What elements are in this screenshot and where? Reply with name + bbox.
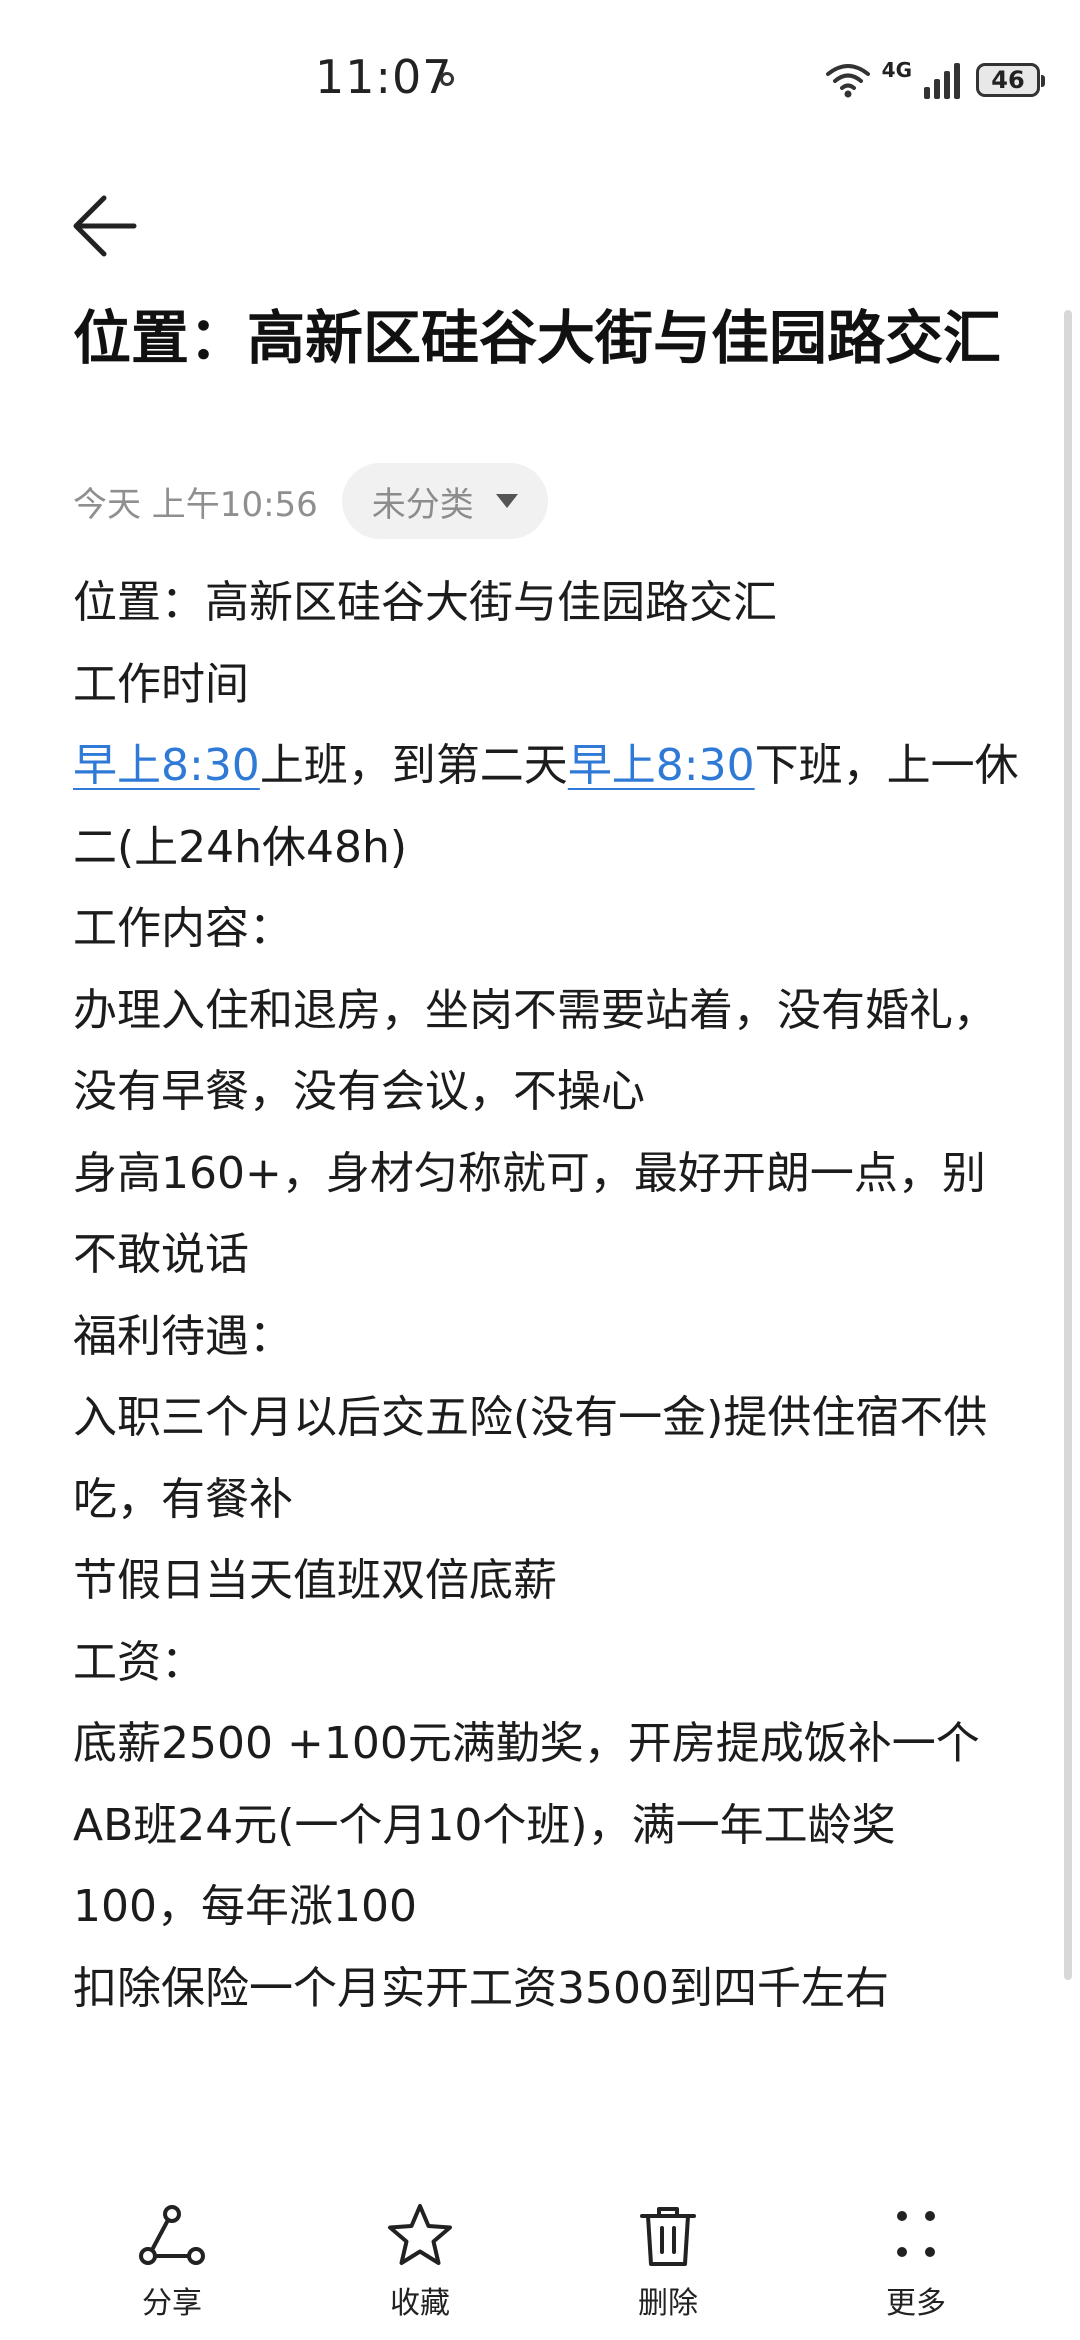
status-bar: 11:07 4G 46 — [0, 0, 1080, 160]
body-line: 节假日当天值班双倍底薪 — [73, 1555, 557, 1606]
body-line: 入职三个月以后交五险(没有一金)提供住宿不供吃，有餐补 — [73, 1392, 988, 1525]
share-button[interactable]: 分享 — [92, 2200, 252, 2340]
more-button[interactable]: 更多 — [836, 2200, 996, 2340]
delete-button[interactable]: 删除 — [588, 2200, 748, 2340]
back-button[interactable] — [68, 188, 144, 264]
more-label: 更多 — [886, 2286, 946, 2321]
delete-label: 删除 — [638, 2286, 698, 2321]
body-line: 工作内容： — [73, 903, 293, 954]
note-date: 今天 上午10:56 — [73, 484, 318, 525]
back-arrow-icon — [73, 195, 137, 257]
body-line: 位置：高新区硅谷大街与佳园路交汇 — [73, 577, 777, 628]
body-line: 工资： — [73, 1636, 205, 1688]
time-link[interactable]: 早上8:30 — [568, 740, 755, 791]
body-line: 早上8:30上班，到第二天早上8:30下班，上一休二(上24h休48h) — [73, 725, 1023, 888]
share-icon — [139, 2205, 205, 2265]
body-line: 工作时间 — [73, 658, 249, 710]
body-line: 扣除保险一个月实开工资3500到四千左右 — [73, 1962, 889, 2014]
time-link[interactable]: 早上8:30 — [73, 740, 260, 791]
note-title[interactable]: 位置：高新区硅谷大街与佳园路交汇 — [73, 298, 1013, 378]
signal-icon — [924, 61, 964, 99]
chevron-down-icon — [495, 494, 518, 508]
battery-icon: 46 — [976, 63, 1045, 97]
status-time: 11:07 — [315, 50, 453, 104]
status-icons: 4G 46 — [825, 58, 1045, 102]
category-dropdown[interactable]: 未分类 — [341, 463, 548, 539]
note-meta: 今天 上午10:56 未分类 — [73, 462, 548, 540]
more-icon — [897, 2211, 935, 2257]
body-line: 办理入住和退房，坐岗不需要站着，没有婚礼，没有早餐，没有会议，不操心 — [73, 984, 997, 1118]
star-icon — [388, 2204, 452, 2265]
trash-icon — [640, 2207, 696, 2266]
favorite-label: 收藏 — [390, 2286, 450, 2321]
note-body[interactable]: 位置：高新区硅谷大街与佳园路交汇 工作时间 早上8:30上班，到第二天早上8:3… — [73, 562, 1023, 2029]
body-text: 上班，到第二天 — [259, 740, 568, 791]
body-line: 福利待遇： — [73, 1310, 293, 1362]
network-type-label: 4G — [881, 58, 912, 82]
share-label: 分享 — [142, 2286, 202, 2321]
favorite-button[interactable]: 收藏 — [340, 2200, 500, 2340]
scrollbar[interactable] — [1064, 310, 1072, 1980]
wifi-icon — [825, 62, 870, 98]
bottom-toolbar: 分享 收藏 删除 更多 — [0, 2200, 1080, 2340]
body-line: 底薪2500 +100元满勤奖，开房提成饭补一个AB班24元(一个月10个班)，… — [73, 1718, 980, 1932]
body-line: 身高160+，身材匀称就可，最好开朗一点，别不敢说话 — [73, 1147, 986, 1281]
notification-dot-icon — [440, 72, 454, 86]
category-label: 未分类 — [371, 484, 474, 525]
